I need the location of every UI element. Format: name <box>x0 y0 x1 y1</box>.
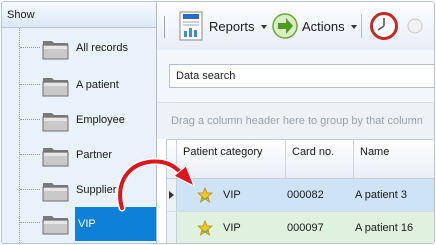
actions-button[interactable]: Actions <box>272 10 357 42</box>
cell-card-no: 000097 <box>287 222 324 234</box>
app-window: Show All records A patient Employee Part… <box>1 1 435 244</box>
data-grid: Patient category Card no. Name VIP 00008… <box>166 139 434 243</box>
panel-title: Show <box>2 2 156 28</box>
table-row[interactable]: VIP 000097 A patient 16 <box>167 212 434 243</box>
arrow-right-icon <box>272 13 298 39</box>
tree-item-label: All records <box>76 42 128 54</box>
callout-arrow-icon <box>116 158 195 212</box>
column-header-name[interactable]: Name <box>354 140 434 178</box>
folder-icon <box>42 78 69 97</box>
search-input[interactable]: Data search <box>169 64 434 88</box>
search-area: Data search <box>157 50 434 102</box>
tree-item-all-records[interactable]: All records <box>2 28 156 68</box>
folder-icon <box>42 183 69 202</box>
grid-header: Patient category Card no. Name <box>167 140 434 179</box>
cell-patient-category: VIP <box>223 222 241 234</box>
toolbar: Reports Actions <box>157 2 434 51</box>
actions-label: Actions <box>302 18 345 34</box>
reports-label: Reports <box>209 18 255 34</box>
group-by-hint: Drag a column header here to group by th… <box>171 115 423 127</box>
reports-button[interactable]: Reports <box>179 10 267 42</box>
toolbar-grip[interactable] <box>164 16 168 38</box>
folder-icon <box>42 148 69 167</box>
chevron-down-icon <box>350 25 357 29</box>
cell-card-no: 000082 <box>287 189 324 201</box>
cell-name: A patient 3 <box>355 189 407 201</box>
cell-patient-category: VIP <box>223 189 241 201</box>
folder-icon <box>42 113 69 132</box>
more-button[interactable] <box>405 10 425 42</box>
tree-item-label: Employee <box>76 114 125 126</box>
chevron-down-icon <box>260 25 267 29</box>
clock-icon <box>370 12 398 40</box>
toolbar-separator <box>361 14 362 38</box>
timer-button[interactable] <box>370 10 398 42</box>
tree-item-label: Partner <box>76 149 113 161</box>
folder-icon <box>42 41 69 60</box>
star-icon <box>197 220 213 236</box>
toolbar-overflow-icon <box>407 18 423 34</box>
tree-item-a-patient[interactable]: A patient <box>2 65 156 105</box>
tree-item-label: A patient <box>76 79 119 91</box>
report-icon <box>179 11 203 41</box>
row-indicator <box>167 212 177 243</box>
table-row[interactable]: VIP 000082 A patient 3 <box>167 179 434 212</box>
folder-icon <box>42 216 69 235</box>
cell-name: A patient 16 <box>355 222 414 234</box>
group-by-panel[interactable]: Drag a column header here to group by th… <box>157 102 434 139</box>
column-header-card-no[interactable]: Card no. <box>286 140 354 178</box>
tree-item-employee[interactable]: Employee <box>2 100 156 140</box>
